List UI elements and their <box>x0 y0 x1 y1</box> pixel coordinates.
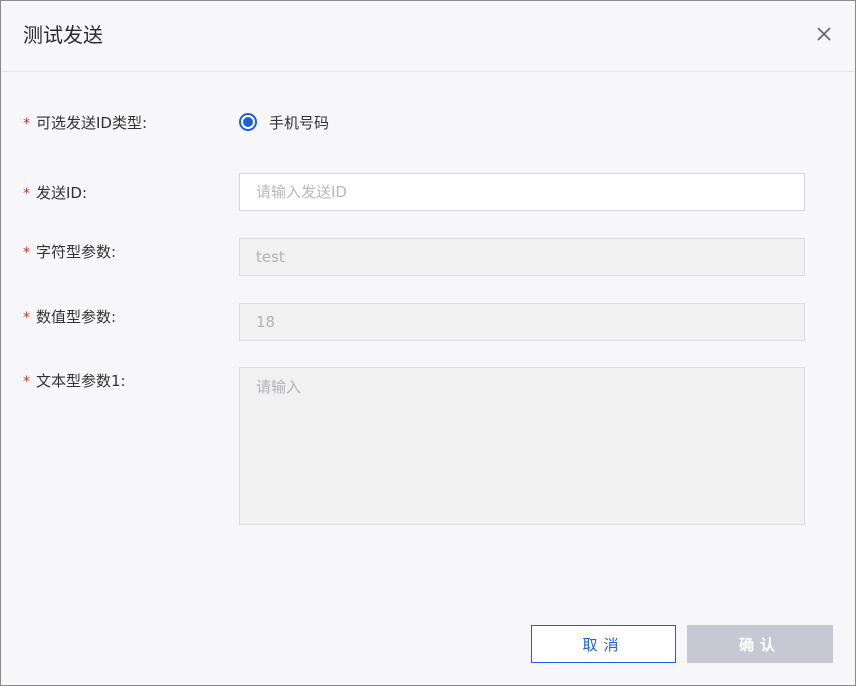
numeric-param-label: * 数值型参数: <box>23 307 116 328</box>
required-mark: * <box>23 186 30 202</box>
numeric-param-label-text: 数值型参数: <box>36 308 117 326</box>
string-param-label-text: 字符型参数: <box>36 243 117 261</box>
send-id-label: * 发送ID: <box>23 183 87 204</box>
radio-selected-icon[interactable] <box>239 113 257 131</box>
numeric-param-input: 18 <box>239 303 805 341</box>
required-mark: * <box>23 374 30 390</box>
required-mark: * <box>23 116 30 132</box>
id-type-label-text: 可选发送ID类型: <box>36 114 148 132</box>
text-param-textarea: 请输入 <box>239 367 805 525</box>
radio-option-label: 手机号码 <box>269 113 330 132</box>
send-id-label-text: 发送ID: <box>36 184 88 202</box>
radio-dot <box>243 117 253 127</box>
string-param-input: test <box>239 238 805 276</box>
text-param-label: * 文本型参数1: <box>23 371 126 392</box>
send-id-input[interactable]: 请输入发送ID <box>239 173 805 211</box>
test-send-dialog: 测试发送 * 可选发送ID类型: 手机号码 * 发送ID: 请输入发送ID * 字符型… <box>0 0 856 686</box>
id-type-label: * 可选发送ID类型: <box>23 113 147 134</box>
text-param-label-text: 文本型参数1: <box>36 372 126 390</box>
string-param-label: * 字符型参数: <box>23 242 116 263</box>
close-icon[interactable] <box>813 23 835 45</box>
cancel-button[interactable]: 取消 <box>531 625 676 663</box>
required-mark: * <box>23 310 30 326</box>
phone-number-radio[interactable]: 手机号码 <box>239 109 329 135</box>
dialog-header: 测试发送 <box>1 1 855 72</box>
dialog-title: 测试发送 <box>23 23 103 47</box>
required-mark: * <box>23 245 30 261</box>
confirm-button[interactable]: 确认 <box>687 625 833 663</box>
